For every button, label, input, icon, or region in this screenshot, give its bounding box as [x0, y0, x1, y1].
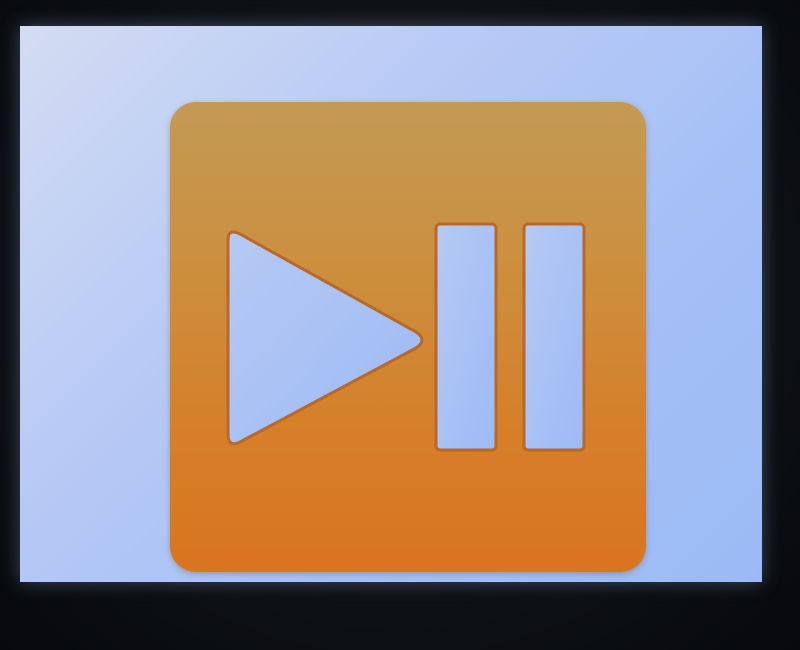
play-triangle-icon: [226, 230, 424, 446]
pause-bar-left-icon: [434, 222, 498, 452]
pause-bar-right-icon: [522, 222, 586, 452]
play-pause-icon: [226, 222, 586, 452]
play-pause-button[interactable]: [170, 102, 646, 572]
display-screen: [20, 26, 762, 582]
